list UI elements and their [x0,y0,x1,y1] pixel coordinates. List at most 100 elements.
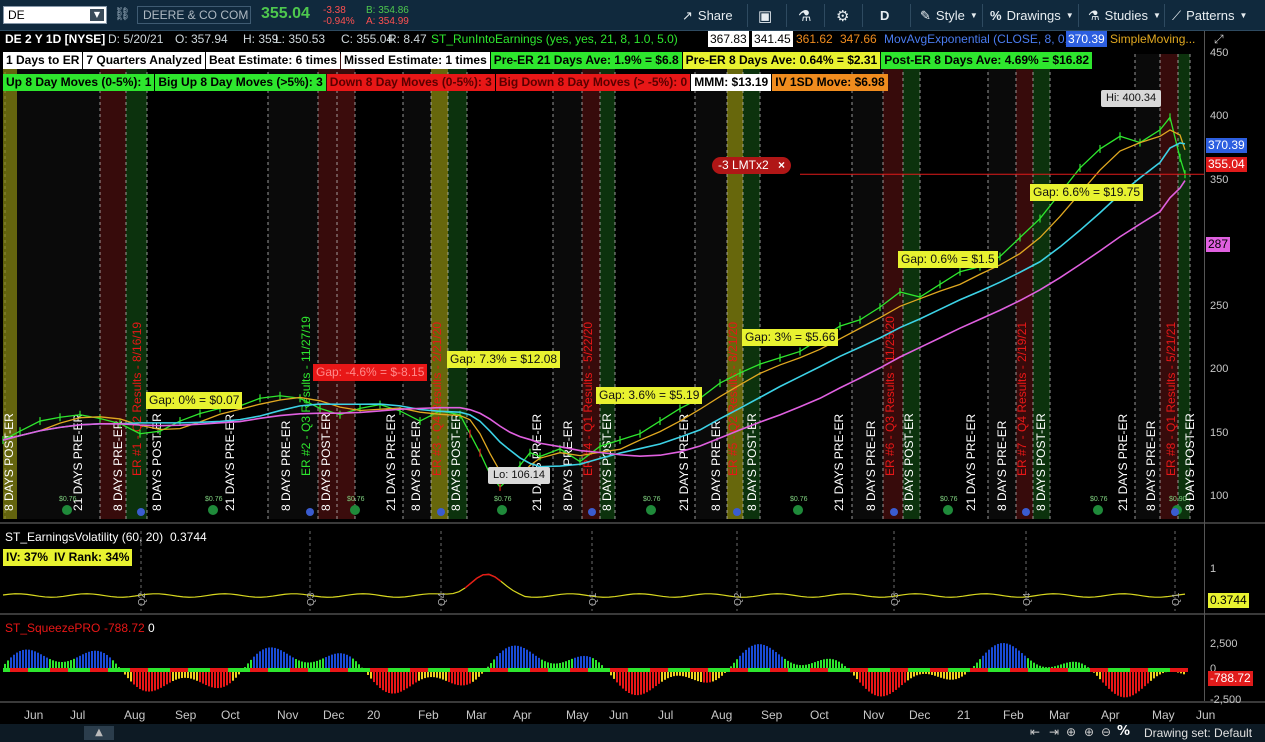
price-axis-tick: 250 [1210,300,1229,313]
pan-left-icon[interactable]: ⇤ [1030,725,1040,739]
dividend-label: $0.76 [940,496,958,503]
hdr-date: D: 5/20/21 [108,32,164,46]
low-label: Lo: 106.14 [488,467,550,484]
vertical-er-label: 8 DAYS PRE-ER [409,420,423,511]
dividend-label: $0.90 [1169,496,1187,503]
gap-label-3: Gap: 7.3% = $12.08 [447,351,561,368]
chart-area[interactable]: 8 DAYS POST-ER 21 DAYS PRE-ER 8 DAYS PRE-E… [0,31,1265,742]
earnings-marker [437,508,445,516]
time-axis-label: Jun [1196,708,1216,722]
share-button[interactable]: ↗ Share [682,0,733,31]
order-tag[interactable]: -3 LMTx2 × [712,157,792,174]
squeeze-study-title[interactable]: ST_SqueezePRO [5,620,100,636]
squeeze-dot [1090,668,1108,672]
vertical-er-label: 8 DAYS PRE-ER [709,420,723,511]
iv-rank-badge: IV Rank: 34% [51,549,133,566]
stat-badge: Down 8 Day Moves (0-5%): 3 [326,74,495,91]
bottom-bar: ▲ ⇤ ⇥ ⊕ ⊕ ⊕ ⊖ % Drawing set: Default [0,724,1265,742]
studies-button[interactable]: ⚗ Studies ▼ [1088,0,1161,31]
quarter-label: Q1 [588,592,599,606]
chevron-down-icon: ▼ [1065,11,1074,20]
squeeze-dot [570,668,588,672]
symbol-dropdown-icon[interactable]: ▼ [90,9,104,21]
price-axis-tick: 400 [1210,110,1229,123]
time-axis-label: Oct [221,708,240,722]
vertical-er-label: 8 DAYS PRE-ER [111,420,125,511]
vertical-er-label: ER #2 - Q3 Results - 11/27/19 [299,316,313,476]
time-axis-label: Jul [658,708,674,722]
stat-badge: IV 1SD Move: $6.98 [772,74,888,91]
drawing-percent-icon[interactable]: % [1117,724,1130,739]
expand-icon[interactable]: ⤢ [1214,32,1224,47]
squeeze-dot [1050,668,1068,672]
squeeze-dot [970,668,988,672]
symbol-selector[interactable]: DE ▼ [3,6,107,24]
time-axis-label: Apr [1101,708,1120,722]
vertical-er-label: ER #3 - Q4 Results - 2/21/20 [430,322,444,476]
quarter-label: Q3 [890,592,901,606]
style-button[interactable]: ✎ Style ▼ [920,0,978,31]
link-icon[interactable]: ⛓ [114,7,131,22]
study-runintoearnings[interactable]: ST_RunIntoEarnings (yes, yes, 21, 8, 1.0… [431,31,678,47]
chevron-down-icon: ▼ [1153,11,1161,20]
vertical-er-label: 8 DAYS POST-ER [319,413,333,511]
price-axis-tick: 350 [1210,173,1229,186]
time-axis-label: Mar [1049,708,1070,722]
pan-right-icon[interactable]: ⇥ [1049,725,1059,739]
chevron-down-icon: ▼ [1239,11,1248,20]
vertical-er-label: 21 DAYS PRE-ER [530,414,544,511]
drawing-set-label[interactable]: Drawing set: Default [1144,726,1252,740]
vertical-er-label: 8 DAYS PRE-ER [1144,420,1158,511]
hdr-close: C: 355.04 [341,32,394,46]
squeeze-value-2: 0 [148,621,155,635]
vertical-er-label: ER #7 - Q4 Results - 2/19/21 [1015,322,1029,476]
vertical-er-label: 21 DAYS PRE-ER [384,414,398,511]
time-axis-label: Feb [418,708,439,722]
study-sma[interactable]: SimpleMoving... [1110,31,1195,47]
stat-badge: Missed Estimate: 1 times [341,52,490,69]
squeeze-axis-top: 2,500 [1210,638,1238,650]
study1-value-1: 367.83 [708,31,749,47]
vertical-er-label: 21 DAYS PRE-ER [223,414,237,511]
vol-price-tag: 0.3744 [1208,593,1249,608]
iv-badge: IV: 37% [3,549,52,566]
style-label: Style [935,8,965,23]
dividend-marker [208,505,218,515]
squeeze-dot [490,668,508,672]
ask-price: A: 354.99 [366,16,409,27]
scroll-handle[interactable]: ▲ [84,726,114,740]
studies-label: Studies [1104,8,1149,23]
drawings-button[interactable]: % Drawings ▼ [990,0,1074,31]
pan-icon[interactable]: ⊕ [1066,725,1076,739]
stat-badge: Big Down 8 Day Moves (> -5%): 0 [495,74,691,91]
time-axis-label: Aug [124,708,146,722]
zoom-in-icon[interactable]: ⊕ [1084,725,1094,739]
vertical-er-label: 8 DAYS POST-ER [449,413,463,511]
patterns-icon: ⟋ [1172,7,1182,23]
stat-badge: Pre-ER 21 Days Ave: 1.9% = $6.8 [490,52,682,69]
time-axis-label: Dec [909,708,931,722]
close-icon[interactable]: × [778,158,785,172]
time-axis-label: Dec [323,708,345,722]
quarter-label: Q2 [733,592,744,606]
squeeze-dot [690,668,708,672]
stat-badge: Beat Estimate: 6 times [205,52,341,69]
time-axis-label: May [1152,708,1175,722]
zoom-out-icon[interactable]: ⊖ [1101,725,1111,739]
vertical-er-label: 8 DAYS POST-ER [600,413,614,511]
squeeze-axis-bottom: -2,500 [1210,694,1242,706]
timeframe-button[interactable]: D [880,0,889,31]
patterns-button[interactable]: ⟋ Patterns ▼ [1172,0,1247,31]
volatility-spike [464,573,502,589]
dividend-label: $0.76 [1090,496,1108,503]
vertical-er-label: ER #8 - Q1 Results - 5/21/21 [1164,322,1178,476]
vol-study-title[interactable]: ST_EarningsVolatility (60, 20) [5,529,163,545]
quick-chart-icon[interactable]: ▣ [758,0,772,31]
vertical-er-label: 21 DAYS PRE-ER [964,414,978,511]
gear-icon[interactable]: ⚙ [836,0,849,31]
flask-icon[interactable]: ⚗ [798,0,811,31]
squeeze-dot [650,668,668,672]
vertical-er-label: 8 DAYS PRE-ER [279,420,293,511]
study-ema[interactable]: MovAvgExponential (CLOSE, 8, 0, no) [884,31,1089,47]
stat-badge: Pre-ER 8 Days Ave: 0.64% = $2.31 [682,52,881,69]
